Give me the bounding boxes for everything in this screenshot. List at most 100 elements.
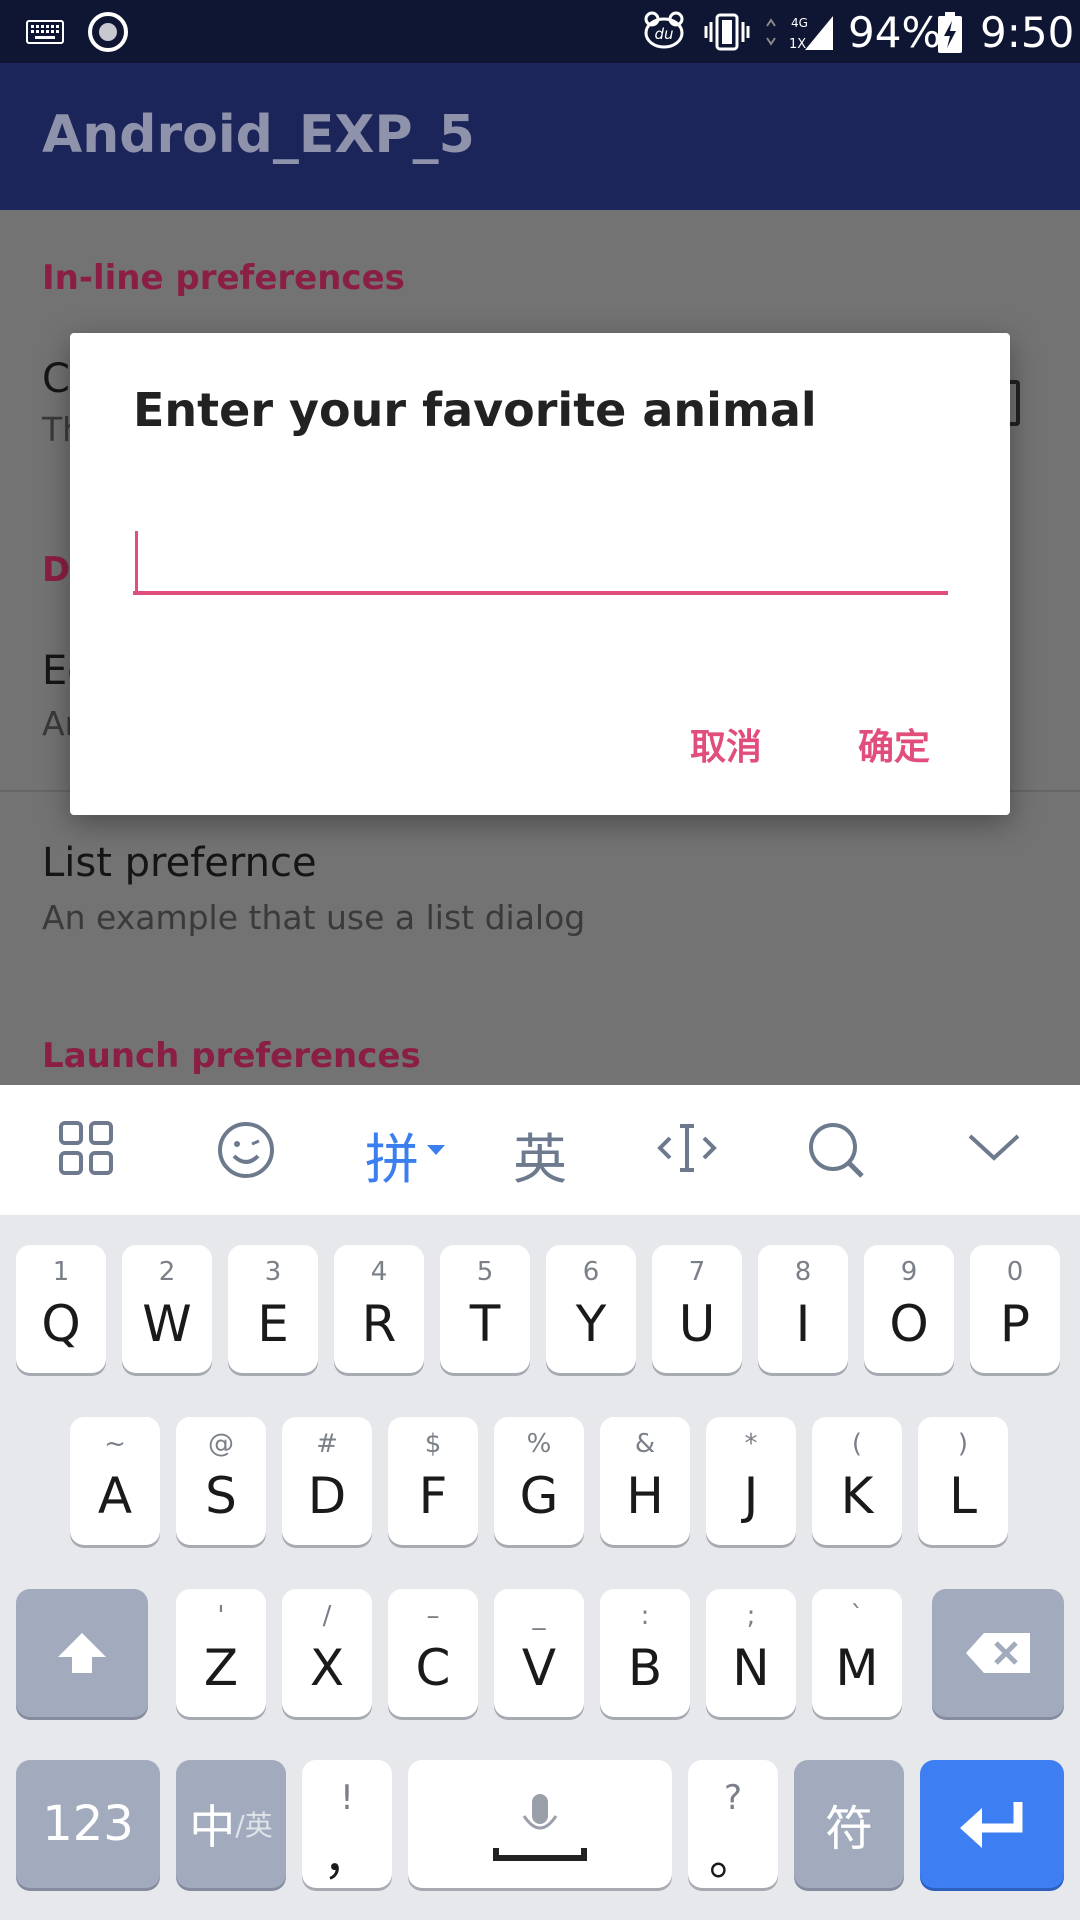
period-key[interactable]: ? 。: [688, 1760, 778, 1888]
key-b[interactable]: :B: [600, 1589, 690, 1717]
key-label: B: [627, 1639, 663, 1697]
app-bar: Android_EXP_5: [0, 63, 1080, 210]
key-hint: $: [424, 1429, 442, 1459]
key-hint: :: [640, 1601, 650, 1631]
key-x[interactable]: / X: [282, 1589, 372, 1717]
emoji-icon[interactable]: [216, 1120, 276, 1185]
key-h[interactable]: & H: [600, 1417, 690, 1545]
signal-icon: 4G 1X: [765, 12, 835, 57]
key-label: F: [418, 1467, 448, 1525]
key-hint: #: [316, 1429, 338, 1459]
key-hint: 1: [52, 1257, 70, 1287]
key-hint: &: [634, 1429, 656, 1459]
comma-key[interactable]: ! ，: [302, 1760, 392, 1888]
key-u[interactable]: 7U: [652, 1245, 742, 1373]
key-t[interactable]: 5T: [440, 1245, 530, 1373]
key-label: I: [795, 1295, 811, 1353]
edit-text-dialog: Enter your favorite animal 取消 确定: [70, 333, 1010, 815]
key-o[interactable]: 9O: [864, 1245, 954, 1373]
key-hint: ;: [746, 1601, 756, 1631]
key-label: S: [205, 1467, 237, 1525]
comma-key-label: ，: [322, 1830, 371, 1886]
key-f[interactable]: $ F: [388, 1417, 478, 1545]
shift-key[interactable]: [16, 1589, 148, 1717]
language-switch-main: 中: [189, 1800, 236, 1854]
english-mode-button[interactable]: 英: [513, 1115, 567, 1194]
pinyin-mode-button[interactable]: 拼: [365, 1115, 419, 1194]
grid-icon[interactable]: [58, 1120, 114, 1181]
key-q[interactable]: 1Q: [16, 1245, 106, 1373]
key-hint: 3: [264, 1257, 282, 1287]
ok-button[interactable]: 确定: [858, 718, 930, 770]
key-hint: *: [744, 1429, 758, 1459]
key-r[interactable]: 4R: [334, 1245, 424, 1373]
battery-charging-icon: [937, 12, 963, 59]
key-label: U: [678, 1295, 716, 1353]
key-label: G: [519, 1467, 559, 1525]
key-label: P: [999, 1295, 1031, 1353]
category-launch-preferences: Launch preferences: [42, 1036, 421, 1076]
key-label: W: [142, 1295, 192, 1353]
key-label: V: [521, 1639, 557, 1697]
space-key[interactable]: [408, 1760, 672, 1888]
key-hint: ): [957, 1429, 969, 1459]
shift-arrow-icon: [56, 1631, 108, 1680]
collapse-icon[interactable]: [966, 1120, 1022, 1181]
cursor-icon[interactable]: [656, 1120, 718, 1181]
status-bar: du 4G 1X 94% 9:50: [0, 0, 1080, 63]
symbols-key[interactable]: 符: [794, 1760, 904, 1888]
vibrate-icon: [703, 12, 751, 57]
key-a[interactable]: ~ A: [70, 1417, 160, 1545]
key-hint: 7: [688, 1257, 706, 1287]
language-switch-sub: /英: [235, 1809, 273, 1842]
key-label: X: [309, 1639, 345, 1697]
symbols-key-label: 符: [824, 1801, 873, 1857]
key-y[interactable]: 6Y: [546, 1245, 636, 1373]
dialog-title: Enter your favorite animal: [133, 383, 817, 437]
numbers-key-label: 123: [42, 1796, 134, 1852]
list-pref-summary: An example that use a list dialog: [42, 898, 586, 937]
key-j[interactable]: * J: [706, 1417, 796, 1545]
language-switch-key[interactable]: 中/英: [176, 1760, 286, 1888]
key-label: R: [361, 1295, 397, 1353]
language-switch-label: 中/英: [176, 1760, 286, 1888]
category-inline-preferences: In-line preferences: [42, 258, 405, 298]
numbers-key[interactable]: 123: [16, 1760, 160, 1888]
backspace-key[interactable]: [932, 1589, 1064, 1717]
du-icon: du: [643, 10, 685, 55]
key-v[interactable]: _ V: [494, 1589, 584, 1717]
key-hint: _: [532, 1601, 546, 1631]
key-label: O: [889, 1295, 929, 1353]
key-hint: (: [851, 1429, 863, 1459]
key-e[interactable]: 3E: [228, 1245, 318, 1373]
enter-key[interactable]: [920, 1760, 1064, 1888]
keyboard: 1Q2W3E4R5T6Y7U8I9O0P ~ A @ S # D $ F% G & H * J(K) L …: [0, 1215, 1080, 1920]
key-label: A: [97, 1467, 133, 1525]
category-dialog-preferences: D: [42, 550, 71, 590]
key-k[interactable]: (K: [812, 1417, 902, 1545]
key-z[interactable]: ' Z: [176, 1589, 266, 1717]
key-label: C: [415, 1639, 451, 1697]
key-i[interactable]: 8I: [758, 1245, 848, 1373]
key-d[interactable]: # D: [282, 1417, 372, 1545]
animal-input[interactable]: [133, 523, 948, 595]
key-g[interactable]: % G: [494, 1417, 584, 1545]
key-p[interactable]: 0P: [970, 1245, 1060, 1373]
key-w[interactable]: 2W: [122, 1245, 212, 1373]
search-icon[interactable]: [806, 1120, 866, 1185]
enter-icon: [956, 1798, 1028, 1855]
key-hint: ~: [104, 1429, 126, 1459]
key-hint: /: [322, 1601, 332, 1631]
key-l[interactable]: ) L: [918, 1417, 1008, 1545]
key-label: E: [257, 1295, 289, 1353]
checkbox-pref-title[interactable]: C: [42, 356, 70, 402]
backspace-icon: [964, 1631, 1032, 1680]
cancel-button[interactable]: 取消: [690, 718, 762, 770]
list-pref-title[interactable]: List prefernce: [42, 840, 317, 886]
key-s[interactable]: @ S: [176, 1417, 266, 1545]
key-hint: 6: [582, 1257, 600, 1287]
key-c[interactable]: – C: [388, 1589, 478, 1717]
key-m[interactable]: ` M: [812, 1589, 902, 1717]
key-label: J: [743, 1467, 759, 1525]
key-n[interactable]: ; N: [706, 1589, 796, 1717]
